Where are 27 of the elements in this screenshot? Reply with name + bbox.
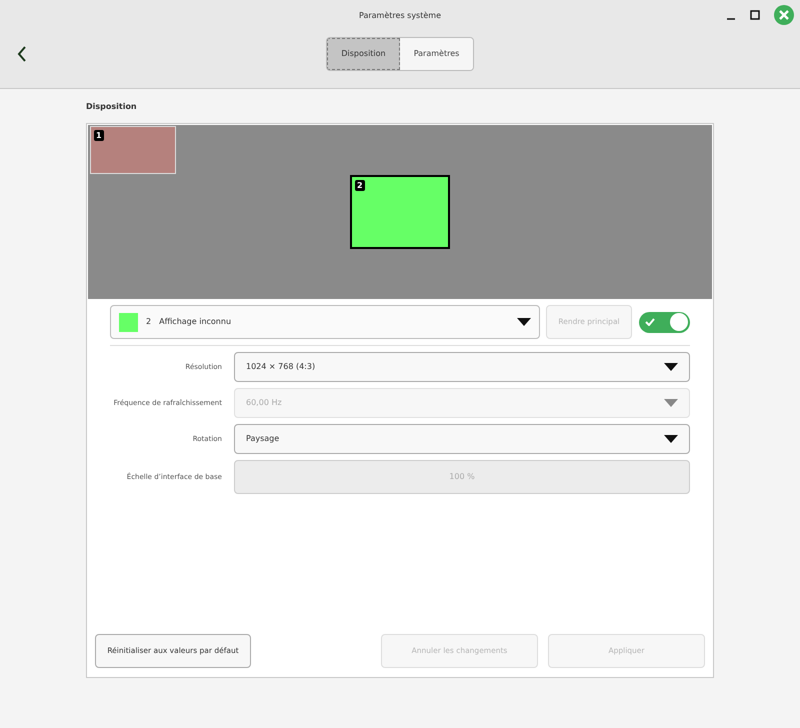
window-title: Paramètres système	[359, 10, 441, 22]
monitor-tile[interactable]: 2	[350, 175, 450, 249]
display-dropdown[interactable]: 2 Affichage inconnu	[110, 305, 540, 339]
setting-value: 100 %	[449, 471, 475, 483]
section-title: Disposition	[86, 101, 138, 111]
monitor-number: 1	[94, 130, 104, 141]
dropdown-caret-icon	[664, 363, 678, 371]
dropdown-caret-icon	[664, 399, 678, 407]
setting-value: 60,00 Hz	[246, 397, 283, 409]
display-number: 2	[146, 316, 152, 328]
setting-dropdown[interactable]: 1024 × 768 (4:3)	[234, 352, 690, 382]
setting-value: Paysage	[246, 433, 280, 445]
close-icon[interactable]	[774, 5, 794, 25]
display-name: Affichage inconnu	[159, 316, 232, 328]
check-icon	[645, 318, 655, 326]
monitor-number: 2	[355, 180, 365, 191]
maximize-icon[interactable]	[750, 10, 760, 20]
toggle-switch[interactable]	[639, 312, 690, 332]
setting-dropdown[interactable]: Paysage	[234, 424, 690, 454]
tab[interactable]: Paramètres	[400, 38, 473, 70]
dropdown-caret-icon	[664, 435, 678, 443]
dropdown-caret-icon	[517, 318, 531, 326]
back-icon[interactable]	[17, 46, 27, 62]
toggle-knob	[670, 313, 688, 331]
tab[interactable]: Disposition	[327, 38, 400, 70]
setting-value: 1024 × 768 (4:3)	[246, 361, 316, 373]
monitor-tile[interactable]: 1	[90, 126, 176, 174]
